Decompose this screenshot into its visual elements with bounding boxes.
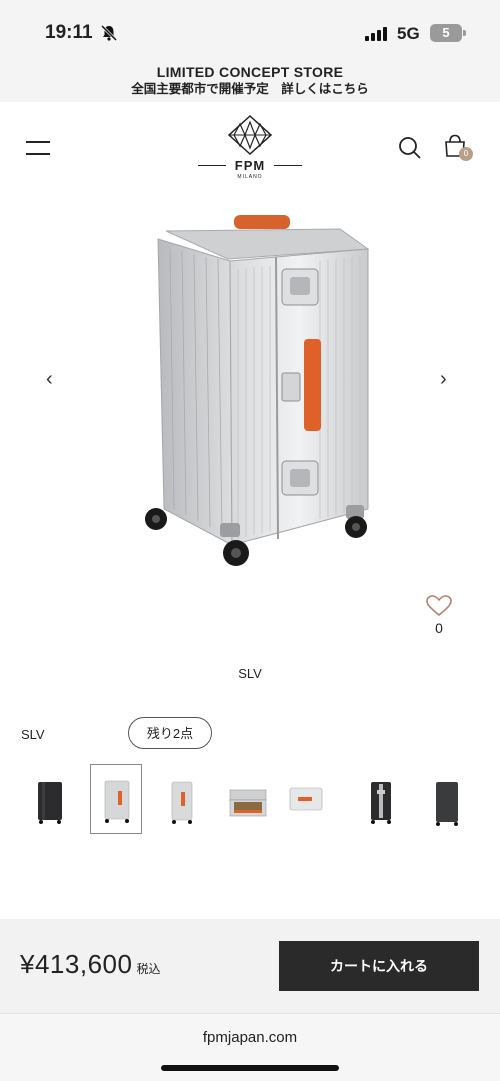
add-to-cart-button[interactable]: カートに入れる (279, 941, 479, 991)
tax-label: 税込 (136, 962, 161, 976)
stock-badge: 残り2点 (128, 717, 212, 749)
color-label: SLV (21, 727, 45, 742)
battery-indicator: 5 (430, 24, 462, 42)
cart-count-badge: 0 (459, 147, 473, 161)
home-indicator[interactable] (161, 1065, 339, 1071)
price-display: ¥413,600 税込 (20, 949, 160, 980)
battery-cap (463, 30, 466, 36)
thumbnail-strip (0, 764, 500, 834)
price-value: ¥413,600 (20, 949, 133, 979)
hamburger-menu-icon[interactable] (26, 141, 50, 157)
promo-subtitle[interactable]: 全国主要都市で開催予定 詳しくはこちら (0, 81, 500, 98)
bell-muted-icon (100, 24, 118, 42)
favorite-heart-icon[interactable] (424, 594, 454, 618)
logo-emblem-icon (227, 114, 273, 156)
thumbnail-silver-orange[interactable] (90, 764, 142, 834)
suitcase-image (145, 215, 370, 566)
status-time: 19:11 (45, 22, 93, 43)
logo-subtext: MILANO (237, 174, 263, 180)
variant-caption: SLV (238, 666, 262, 681)
promo-banner[interactable]: LIMITED CONCEPT STORE 全国主要都市で開催予定 詳しくはこち… (0, 62, 500, 102)
thumbnail-silver[interactable] (156, 764, 208, 834)
thumbnail-open-case[interactable] (222, 764, 274, 834)
gallery-prev-arrow-icon[interactable]: ‹ (46, 368, 53, 391)
logo-rule-right (274, 165, 302, 166)
thumbnail-silver-side[interactable] (280, 764, 332, 834)
promo-title: LIMITED CONCEPT STORE (156, 64, 344, 80)
purchase-bar: ¥413,600 税込 カートに入れる (0, 919, 500, 1013)
thumbnail-dark-grey[interactable] (421, 764, 473, 834)
signal-icon (365, 27, 387, 41)
brand-logo[interactable]: FPM MILANO (198, 114, 302, 186)
network-type: 5G (397, 24, 420, 43)
search-icon[interactable] (398, 136, 422, 160)
site-header: FPM MILANO 0 (0, 102, 500, 194)
url-text[interactable]: fpmjapan.com (0, 1029, 500, 1046)
thumbnail-black[interactable] (24, 764, 76, 834)
product-gallery: ‹ › (0, 195, 500, 585)
browser-url-bar[interactable]: fpmjapan.com (0, 1013, 500, 1081)
gallery-next-arrow-icon[interactable]: › (440, 368, 447, 391)
favorite-count: 0 (435, 620, 443, 636)
thumbnail-black-orange[interactable] (355, 764, 407, 834)
status-bar: 19:11 5G 5 (0, 0, 500, 62)
